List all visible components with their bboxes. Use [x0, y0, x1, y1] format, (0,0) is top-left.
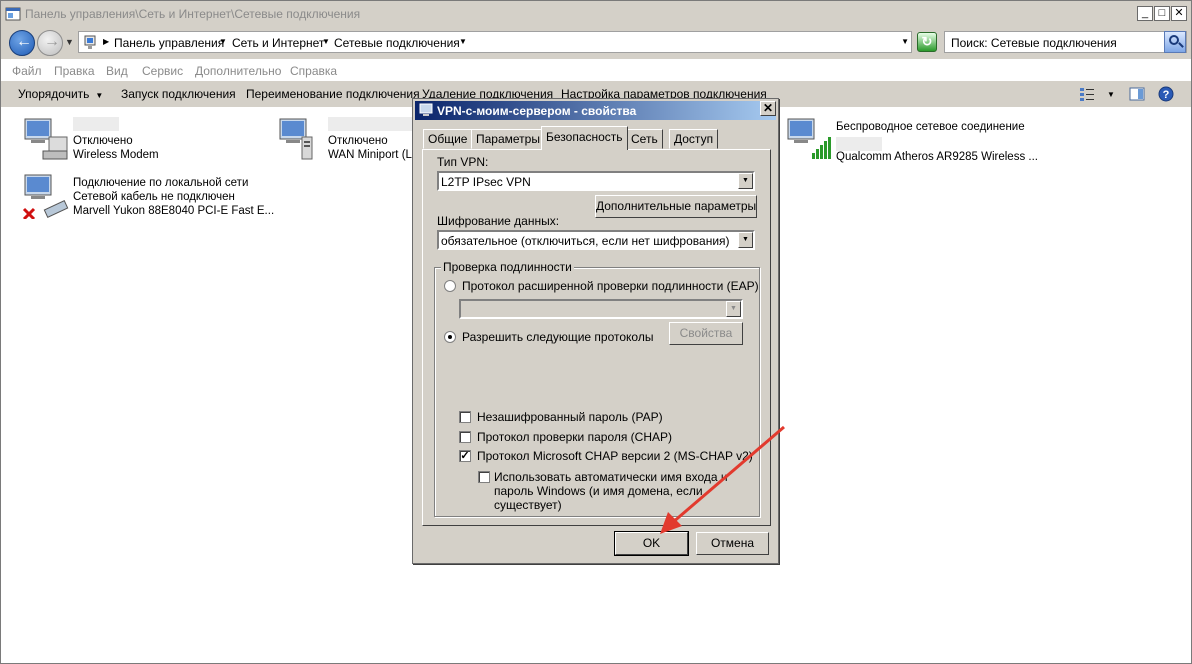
vpn-type-value: L2TP IPsec VPN [441, 175, 531, 189]
vpn-dialog-icon [419, 103, 433, 116]
authentication-group: Проверка подлинности Протокол расширенно… [434, 260, 760, 517]
tab-sharing[interactable]: Доступ [669, 129, 719, 149]
search-box[interactable]: Поиск: Сетевые подключения [944, 31, 1187, 53]
eap-radio[interactable] [444, 280, 456, 292]
chap-label[interactable]: Протокол проверки пароля (CHAP) [477, 430, 672, 444]
lan-disconnected-icon [22, 174, 69, 219]
crumb-separator-icon[interactable]: ▼ [459, 37, 467, 46]
dialog-close-button[interactable]: ✕ [760, 101, 776, 116]
back-button[interactable]: ← [9, 30, 35, 56]
encryption-label: Шифрование данных: [437, 214, 560, 228]
vpn-properties-dialog: VPN-с-моим-сервером - свойства ✕ Общие П… [412, 98, 779, 564]
start-connection-button[interactable]: Запуск подключения [121, 87, 236, 101]
encryption-value: обязательное (отключиться, если нет шифр… [441, 234, 730, 248]
chevron-down-icon: ▼ [738, 232, 753, 248]
menu-bar: Файл Правка Вид Сервис Дополнительно Спр… [1, 59, 1191, 81]
connection-status: Отключено [328, 135, 388, 147]
crumb-network-internet[interactable]: Сеть и Интернет [232, 36, 324, 50]
organize-label: Упорядочить [18, 87, 90, 101]
menu-file[interactable]: Файл [12, 64, 42, 78]
authentication-group-label: Проверка подлинности [441, 260, 574, 274]
auto-login-checkbox[interactable] [478, 471, 490, 483]
forward-arrow-icon: → [44, 33, 60, 50]
svg-text:?: ? [1163, 89, 1170, 101]
rename-connection-button[interactable]: Переименование подключения [246, 87, 420, 101]
menu-advanced[interactable]: Дополнительно [195, 64, 281, 78]
chevron-down-icon: ▼ [726, 301, 741, 317]
menu-tools[interactable]: Сервис [142, 64, 183, 78]
folder-window-icon [5, 7, 21, 21]
auto-login-label-line1[interactable]: Использовать автоматически имя входа и [494, 470, 728, 484]
mschapv2-checkbox[interactable]: ✓ [459, 450, 471, 462]
crumb-separator-icon[interactable]: ▼ [219, 37, 227, 46]
address-bar[interactable]: ▶ Панель управления ▼ Сеть и Интернет ▼ … [78, 31, 912, 53]
dialog-title-bar: VPN-с-моим-сервером - свойства [415, 101, 776, 120]
menu-help[interactable]: Справка [290, 64, 337, 78]
connection-name: Подключение по локальной сети [73, 177, 249, 189]
preview-pane-icon[interactable] [1129, 86, 1145, 102]
connection-device: Qualcomm Atheros AR9285 Wireless ... [836, 151, 1038, 163]
menu-edit[interactable]: Правка [54, 64, 95, 78]
encryption-select[interactable]: обязательное (отключиться, если нет шифр… [437, 230, 755, 250]
refresh-icon: ↻ [921, 34, 933, 49]
help-icon[interactable]: ? [1158, 86, 1174, 102]
ok-button[interactable]: OK [614, 531, 689, 556]
tab-security[interactable]: Безопасность [541, 126, 628, 150]
history-dropdown-icon[interactable]: ▼ [65, 37, 74, 47]
views-dropdown-icon[interactable]: ▼ [1107, 90, 1115, 99]
vpn-type-select[interactable]: L2TP IPsec VPN ▼ [437, 171, 755, 191]
pap-checkbox[interactable] [459, 411, 471, 423]
allow-protocols-radio[interactable] [444, 331, 456, 343]
maximize-button[interactable]: □ [1154, 6, 1170, 21]
connection-device: WAN Miniport (L2T [328, 149, 426, 161]
dialog-title: VPN-с-моим-сервером - свойства [437, 104, 637, 118]
window-title: Панель управления\Сеть и Интернет\Сетевы… [25, 7, 361, 21]
auto-login-label-line2[interactable]: пароль Windows (и имя домена, если [494, 484, 703, 498]
vpn-connection-icon [279, 118, 313, 160]
dropdown-arrow-icon: ▼ [95, 91, 104, 100]
auto-login-label-line3[interactable]: существует) [494, 498, 562, 512]
network-folder-icon [84, 35, 96, 49]
chap-checkbox[interactable] [459, 431, 471, 443]
crumb-network-connections[interactable]: Сетевые подключения [334, 36, 460, 50]
menu-view[interactable]: Вид [106, 64, 128, 78]
search-button[interactable] [1164, 31, 1186, 53]
modem-connection-icon [24, 118, 68, 160]
title-bar: Панель управления\Сеть и Интернет\Сетевы… [1, 1, 1191, 27]
pap-label[interactable]: Незашифрованный пароль (PAP) [477, 410, 663, 424]
search-input[interactable]: Поиск: Сетевые подключения [951, 36, 1117, 50]
minimize-button[interactable]: _ [1137, 6, 1153, 21]
tab-networking[interactable]: Сеть [626, 129, 663, 149]
address-dropdown-icon[interactable]: ▼ [901, 37, 909, 46]
connection-device: Marvell Yukon 88E8040 PCI-E Fast E... [73, 205, 275, 217]
properties-button: Свойства [669, 322, 743, 345]
back-arrow-icon: ← [16, 33, 32, 50]
advanced-settings-button[interactable]: Дополнительные параметры [595, 195, 757, 218]
mschapv2-label[interactable]: Протокол Microsoft CHAP версии 2 (MS-CHA… [477, 449, 753, 463]
close-button[interactable]: ✕ [1171, 6, 1187, 21]
connection-name: Беспроводное сетевое соединение [836, 121, 1025, 133]
tab-general[interactable]: Общие [423, 129, 473, 149]
security-tab-panel: Тип VPN: L2TP IPsec VPN ▼ Дополнительные… [422, 149, 771, 526]
connection-status: Сетевой кабель не подключен [73, 191, 235, 203]
address-bar-row: ← → ▼ ▶ Панель управления ▼ Сеть и Интер… [1, 27, 1191, 59]
vpn-type-label: Тип VPN: [437, 155, 489, 169]
eap-radio-label[interactable]: Протокол расширенной проверки подлинност… [462, 279, 759, 293]
views-icon[interactable] [1079, 86, 1095, 102]
connection-status: Отключено [73, 135, 133, 147]
wireless-connection-icon [787, 118, 831, 159]
crumb-separator-icon[interactable]: ▼ [322, 37, 330, 46]
forward-button[interactable]: → [37, 30, 63, 56]
crumb-separator-icon: ▶ [103, 37, 110, 46]
allow-protocols-label[interactable]: Разрешить следующие протоколы [462, 330, 653, 344]
refresh-button[interactable]: ↻ [917, 32, 937, 52]
crumb-control-panel[interactable]: Панель управления [114, 36, 224, 50]
cancel-button[interactable]: Отмена [696, 532, 769, 555]
chevron-down-icon: ▼ [738, 173, 753, 189]
tab-options[interactable]: Параметры [471, 129, 545, 149]
connection-device: Wireless Modem [73, 149, 159, 161]
organize-button[interactable]: Упорядочить ▼ [18, 87, 103, 101]
eap-method-select: ▼ [459, 299, 743, 319]
